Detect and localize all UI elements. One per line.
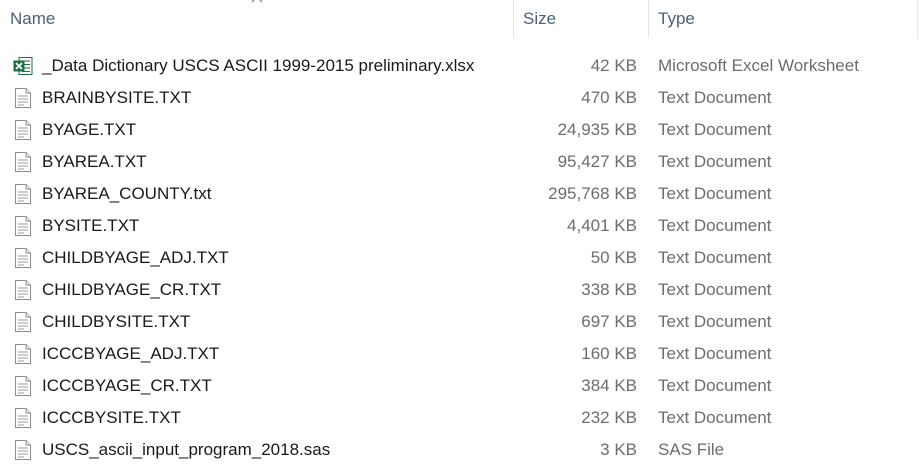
text-file-icon xyxy=(12,311,34,333)
column-divider[interactable] xyxy=(648,0,649,38)
file-size: 470 KB xyxy=(581,88,637,107)
file-name: USCS_ascii_input_program_2018.sas xyxy=(42,440,331,459)
text-file-icon xyxy=(12,87,34,109)
file-type: SAS File xyxy=(658,440,725,459)
file-name: BRAINBYSITE.TXT xyxy=(42,88,192,107)
column-header-name[interactable]: Name xyxy=(10,0,510,38)
text-file-icon xyxy=(12,407,34,429)
file-name: CHILDBYAGE_CR.TXT xyxy=(42,280,222,299)
file-size: 50 KB xyxy=(590,248,637,267)
text-file-icon xyxy=(12,215,34,237)
column-header-size[interactable]: Size xyxy=(523,0,643,38)
file-row[interactable]: _Data Dictionary USCS ASCII 1999-2015 pr… xyxy=(0,50,922,82)
file-size: 160 KB xyxy=(581,344,637,363)
file-name: ICCCBYAGE_CR.TXT xyxy=(42,376,212,395)
file-name: _Data Dictionary USCS ASCII 1999-2015 pr… xyxy=(42,56,475,75)
column-divider[interactable] xyxy=(917,0,918,38)
file-size: 338 KB xyxy=(581,280,637,299)
file-type: Text Document xyxy=(658,344,772,363)
column-header-type[interactable]: Type xyxy=(658,0,908,38)
file-size: 95,427 KB xyxy=(557,152,637,171)
text-file-icon xyxy=(12,119,34,141)
file-row[interactable]: ICCCBYSITE.TXT 232 KB Text Document xyxy=(0,402,922,434)
file-row[interactable]: ICCCBYAGE_CR.TXT 384 KB Text Document xyxy=(0,370,922,402)
file-size: 384 KB xyxy=(581,376,637,395)
file-row[interactable]: USCS_ascii_input_program_2018.sas 3 KB SAS… xyxy=(0,434,922,466)
file-type: Text Document xyxy=(658,312,772,331)
file-name: ICCCBYAGE_ADJ.TXT xyxy=(42,344,220,363)
file-size: 3 KB xyxy=(600,440,637,459)
column-divider[interactable] xyxy=(513,0,514,38)
file-type: Microsoft Excel Worksheet xyxy=(658,56,859,75)
file-type: Text Document xyxy=(658,248,772,267)
sas-file-icon xyxy=(12,439,34,461)
file-size: 4,401 KB xyxy=(567,216,637,235)
file-type: Text Document xyxy=(658,408,772,427)
file-name: CHILDBYSITE.TXT xyxy=(42,312,191,331)
file-row[interactable]: BYAGE.TXT 24,935 KB Text Document xyxy=(0,114,922,146)
file-type: Text Document xyxy=(658,152,772,171)
file-size: 232 KB xyxy=(581,408,637,427)
text-file-icon xyxy=(12,247,34,269)
file-type: Text Document xyxy=(658,280,772,299)
file-name: BYAREA_COUNTY.txt xyxy=(42,184,212,203)
file-type: Text Document xyxy=(658,376,772,395)
file-type: Text Document xyxy=(658,120,772,139)
file-type: Text Document xyxy=(658,184,772,203)
text-file-icon xyxy=(12,183,34,205)
file-name: BYAGE.TXT xyxy=(42,120,137,139)
file-size: 697 KB xyxy=(581,312,637,331)
file-row[interactable]: CHILDBYAGE_ADJ.TXT 50 KB Text Document xyxy=(0,242,922,274)
file-row[interactable]: CHILDBYSITE.TXT 697 KB Text Document xyxy=(0,306,922,338)
file-row[interactable]: BRAINBYSITE.TXT 470 KB Text Document xyxy=(0,82,922,114)
file-row[interactable]: ICCCBYAGE_ADJ.TXT 160 KB Text Document xyxy=(0,338,922,370)
file-size: 42 KB xyxy=(590,56,637,75)
text-file-icon xyxy=(12,343,34,365)
file-row[interactable]: BYAREA.TXT 95,427 KB Text Document xyxy=(0,146,922,178)
file-name: CHILDBYAGE_ADJ.TXT xyxy=(42,248,229,267)
file-size: 24,935 KB xyxy=(557,120,637,139)
text-file-icon xyxy=(12,151,34,173)
file-type: Text Document xyxy=(658,88,772,107)
file-type: Text Document xyxy=(658,216,772,235)
text-file-icon xyxy=(12,279,34,301)
column-header-row: Name Size Type xyxy=(0,0,922,38)
excel-file-icon xyxy=(12,55,34,77)
text-file-icon xyxy=(12,375,34,397)
file-size: 295,768 KB xyxy=(548,184,637,203)
file-name: BYSITE.TXT xyxy=(42,216,140,235)
file-row[interactable]: BYSITE.TXT 4,401 KB Text Document xyxy=(0,210,922,242)
file-row[interactable]: BYAREA_COUNTY.txt 295,768 KB Text Document xyxy=(0,178,922,210)
file-name: BYAREA.TXT xyxy=(42,152,147,171)
file-name: ICCCBYSITE.TXT xyxy=(42,408,181,427)
file-row[interactable]: CHILDBYAGE_CR.TXT 338 KB Text Document xyxy=(0,274,922,306)
